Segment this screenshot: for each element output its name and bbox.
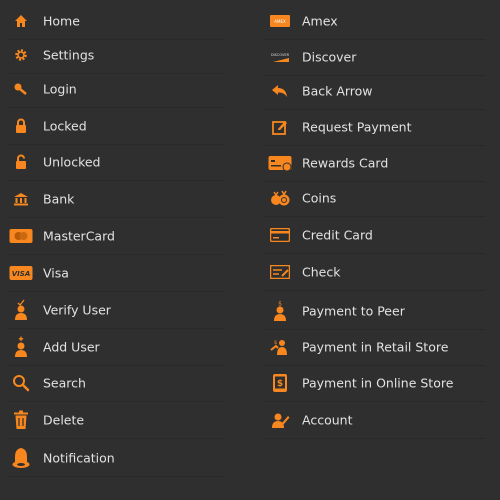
list-item-label: Unlocked <box>43 154 101 170</box>
list-item-label: Amex <box>302 13 338 29</box>
list-item-unlocked[interactable]: Unlocked <box>8 144 225 181</box>
list-item-label: Add User <box>43 339 100 355</box>
list-item-delete[interactable]: Delete <box>8 402 225 439</box>
list-item-notification[interactable]: Notification <box>8 440 225 477</box>
list-item-label: Discover <box>302 49 357 65</box>
svg-text:VISA: VISA <box>12 270 30 278</box>
visa-icon: VISA <box>9 261 33 285</box>
list-item-label: Locked <box>43 118 87 134</box>
list-item-label: Notification <box>43 450 115 466</box>
list-item-home[interactable]: Home <box>8 3 225 40</box>
add-user-icon <box>9 335 33 359</box>
check-icon <box>268 260 292 284</box>
unlock-icon <box>9 150 33 174</box>
key-icon <box>9 77 33 101</box>
list-item-label: Delete <box>43 412 85 428</box>
edit-icon <box>268 115 292 139</box>
search-icon <box>9 371 33 395</box>
back-arrow-icon <box>268 79 292 103</box>
account-icon <box>268 408 292 432</box>
trash-icon <box>9 408 33 432</box>
svg-text:$: $ <box>277 379 283 389</box>
list-item-label: Verify User <box>43 302 111 318</box>
list-item-add-user[interactable]: Add User <box>8 329 225 366</box>
list-item-login[interactable]: Login <box>8 71 225 108</box>
list-item-account[interactable]: Account <box>263 402 485 439</box>
bank-icon <box>9 187 33 211</box>
list-item-label: Request Payment <box>302 119 412 135</box>
list-item-label: Settings <box>43 47 95 63</box>
list-item-label: Payment in Online Store <box>302 375 454 391</box>
list-item-label: Home <box>43 13 80 29</box>
bell-icon <box>9 446 33 470</box>
list-item-payment-in-online-store[interactable]: $ Payment in Online Store <box>263 365 485 402</box>
svg-text:$: $ <box>278 301 282 308</box>
home-icon <box>9 9 33 33</box>
rewards-card-icon <box>268 151 292 175</box>
lock-icon <box>9 114 33 138</box>
list-item-rewards-card[interactable]: Rewards Card <box>263 145 485 182</box>
list-item-payment-to-peer[interactable]: $ Payment to Peer <box>263 293 485 330</box>
discover-icon: DISCOVER <box>268 45 292 69</box>
list-item-label: Bank <box>43 191 75 207</box>
list-item-label: Search <box>43 375 86 391</box>
list-item-label: Visa <box>43 265 69 281</box>
list-item-label: Back Arrow <box>302 83 373 99</box>
list-item-label: Credit Card <box>302 227 373 243</box>
list-item-label: Coins <box>302 190 337 206</box>
list-item-verify-user[interactable]: Verify User <box>8 292 225 329</box>
svg-text:AMEX: AMEX <box>274 19 286 24</box>
verify-user-icon <box>9 298 33 322</box>
coins-icon <box>268 186 292 210</box>
payment-peer-icon: $ <box>268 299 292 323</box>
retail-payment-icon: $ <box>268 335 292 359</box>
list-item-label: Payment to Peer <box>302 303 405 319</box>
list-item-coins[interactable]: Coins <box>263 180 485 217</box>
list-item-search[interactable]: Search <box>8 365 225 402</box>
svg-text:$: $ <box>274 340 277 346</box>
amex-icon: AMEX <box>268 9 292 33</box>
list-item-request-payment[interactable]: Request Payment <box>263 109 485 146</box>
list-item-locked[interactable]: Locked <box>8 108 225 145</box>
online-payment-icon: $ <box>268 371 292 395</box>
list-item-check[interactable]: Check <box>263 254 485 291</box>
list-item-label: Account <box>302 412 353 428</box>
gear-icon <box>9 43 33 67</box>
credit-card-icon <box>268 223 292 247</box>
list-item-label: Payment in Retail Store <box>302 339 449 355</box>
list-item-label: Login <box>43 81 77 97</box>
list-item-visa[interactable]: VISA Visa <box>8 255 225 292</box>
list-item-mastercard[interactable]: MasterCard <box>8 218 225 255</box>
mastercard-icon <box>9 224 33 248</box>
list-item-discover[interactable]: DISCOVER Discover <box>263 39 485 76</box>
svg-text:DISCOVER: DISCOVER <box>271 53 290 57</box>
list-item-back-arrow[interactable]: Back Arrow <box>263 73 485 110</box>
list-item-payment-in-retail-store[interactable]: $ Payment in Retail Store <box>263 329 485 366</box>
list-item-amex[interactable]: AMEX Amex <box>263 3 485 40</box>
list-item-label: Rewards Card <box>302 155 389 171</box>
list-item-bank[interactable]: Bank <box>8 181 225 218</box>
list-item-credit-card[interactable]: Credit Card <box>263 217 485 254</box>
list-item-settings[interactable]: Settings <box>8 37 225 74</box>
list-item-label: Check <box>302 264 341 280</box>
list-item-label: MasterCard <box>43 228 115 244</box>
